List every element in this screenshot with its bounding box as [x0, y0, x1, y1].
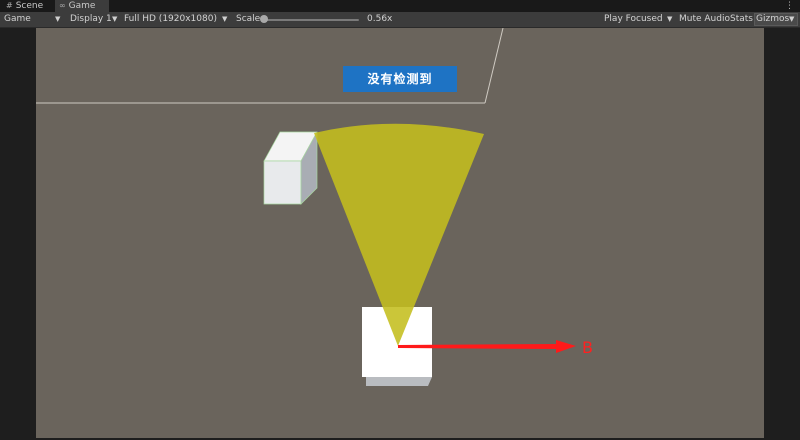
gamepad-icon: ∞: [59, 1, 66, 10]
tab-scene[interactable]: # Scene: [2, 0, 48, 12]
chevron-down-icon: ▼: [55, 15, 61, 23]
tab-bar: # Scene ∞ Game ⋮: [0, 0, 800, 12]
chevron-down-icon: ▼: [112, 15, 118, 23]
scale-slider-track[interactable]: [263, 19, 359, 21]
tab-game[interactable]: ∞ Game: [55, 0, 109, 12]
boundary-line: [484, 28, 504, 104]
resolution-dropdown[interactable]: Full HD (1920x1080): [124, 12, 217, 27]
mute-audio-toggle[interactable]: Mute Audio: [679, 12, 730, 27]
stats-toggle[interactable]: Stats: [730, 12, 753, 27]
scale-label: Scale: [236, 14, 261, 24]
target-label: B: [582, 338, 593, 357]
play-focused-dropdown[interactable]: Play Focused: [604, 12, 663, 27]
more-options-icon[interactable]: ⋮: [785, 0, 794, 12]
target-cube: [263, 131, 318, 205]
vision-cone: [314, 123, 484, 346]
grid-icon: #: [6, 1, 13, 10]
tab-game-label: Game: [68, 1, 96, 11]
chevron-down-icon: ▼: [222, 15, 228, 23]
detection-status-button[interactable]: 没有检测到: [343, 66, 457, 92]
chevron-down-icon: ▼: [667, 15, 673, 23]
view-mode-dropdown[interactable]: Game: [4, 12, 31, 27]
chevron-down-icon: ▼: [789, 15, 795, 23]
game-viewport[interactable]: 没有检测到 B: [36, 28, 764, 438]
scale-slider-handle[interactable]: [260, 15, 268, 23]
display-dropdown[interactable]: Display 1: [70, 12, 112, 27]
game-toolbar: Game ▼ Display 1 ▼ Full HD (1920x1080) ▼…: [0, 12, 800, 28]
tab-scene-label: Scene: [15, 1, 44, 11]
gizmos-label: Gizmos: [756, 14, 790, 24]
scale-value: 0.56x: [367, 14, 393, 24]
